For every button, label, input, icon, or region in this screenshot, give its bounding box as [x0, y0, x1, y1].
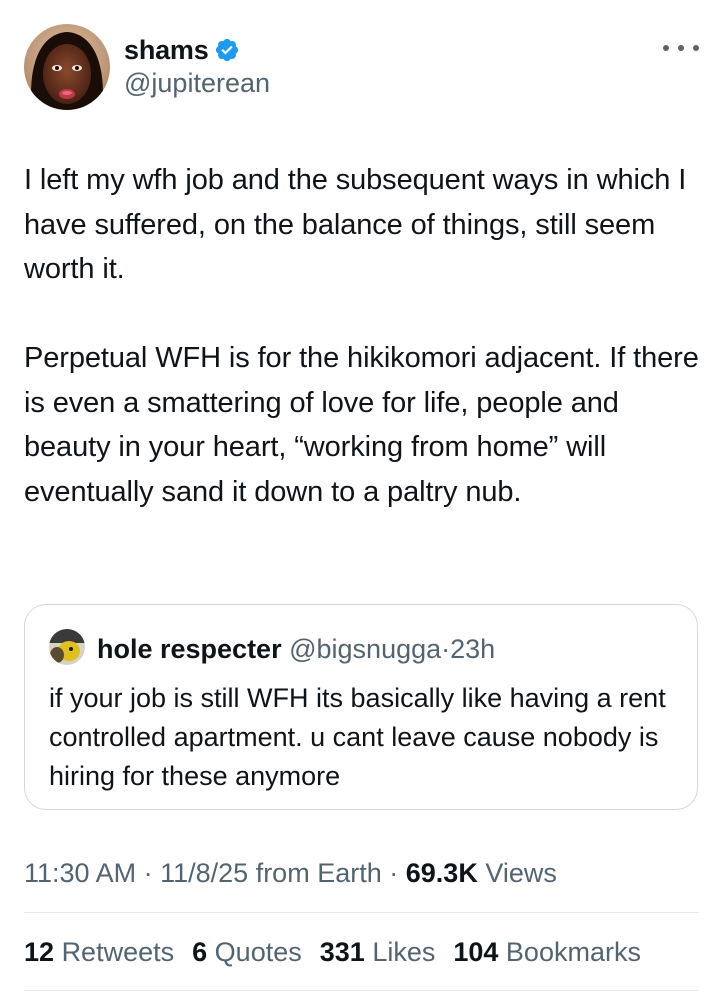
quote-separator: ·: [441, 634, 451, 664]
quote-author-name[interactable]: hole respecter: [97, 634, 282, 664]
tweet-paragraph: Perpetual WFH is for the hikikomori adja…: [24, 342, 699, 508]
likes-label: Likes: [372, 937, 436, 967]
views-label: Views: [485, 858, 557, 888]
tweet-meta: 11:30 AM · 11/8/25 from Earth · 69.3K Vi…: [24, 853, 557, 893]
more-horizontal-icon: [693, 45, 699, 51]
retweets-count: 12: [24, 937, 55, 967]
quotes-label: Quotes: [214, 937, 302, 967]
divider: [24, 990, 699, 991]
retweets-stat[interactable]: 12 Retweets: [24, 932, 174, 972]
bookmarks-stat[interactable]: 104 Bookmarks: [453, 932, 641, 972]
bookmarks-count: 104: [453, 937, 499, 967]
likes-stat[interactable]: 331 Likes: [320, 932, 436, 972]
more-horizontal-icon: [678, 45, 684, 51]
bookmarks-label: Bookmarks: [505, 937, 641, 967]
retweets-label: Retweets: [61, 937, 175, 967]
author-avatar[interactable]: [24, 24, 110, 110]
quote-header: hole respecter @bigsnugga·23h: [97, 631, 495, 667]
author-name-row: shams: [124, 30, 240, 70]
tweet-date-source: 11/8/25 from Earth: [160, 858, 382, 888]
quote-timestamp[interactable]: 23h: [450, 634, 495, 664]
meta-separator: ·: [143, 858, 153, 888]
quotes-stat[interactable]: 6 Quotes: [192, 932, 302, 972]
engagement-stats: 12 Retweets 6 Quotes 331 Likes 104 Bookm…: [24, 932, 659, 972]
views-count: 69.3K: [405, 858, 478, 888]
author-handle[interactable]: @jupiterean: [124, 68, 270, 99]
meta-separator: ·: [389, 858, 399, 888]
likes-count: 331: [319, 937, 365, 967]
tweet: shams @jupiterean I left my wfh job and …: [0, 0, 723, 1000]
quotes-count: 6: [192, 937, 208, 967]
author-name[interactable]: shams: [124, 35, 209, 66]
divider: [24, 912, 699, 913]
more-horizontal-icon: [663, 45, 669, 51]
quoted-tweet[interactable]: hole respecter @bigsnugga·23h if your jo…: [24, 604, 698, 810]
tweet-time[interactable]: 11:30 AM: [24, 858, 136, 888]
quote-author-handle[interactable]: @bigsnugga: [289, 634, 441, 664]
more-options-button[interactable]: [663, 38, 699, 58]
tweet-paragraph: I left my wfh job and the subsequent way…: [24, 164, 687, 285]
quote-text: if your job is still WFH its basically l…: [49, 683, 666, 791]
verified-badge-icon: [214, 37, 240, 63]
tweet-text: I left my wfh job and the subsequent way…: [24, 158, 704, 514]
quote-author-avatar: [49, 629, 85, 665]
